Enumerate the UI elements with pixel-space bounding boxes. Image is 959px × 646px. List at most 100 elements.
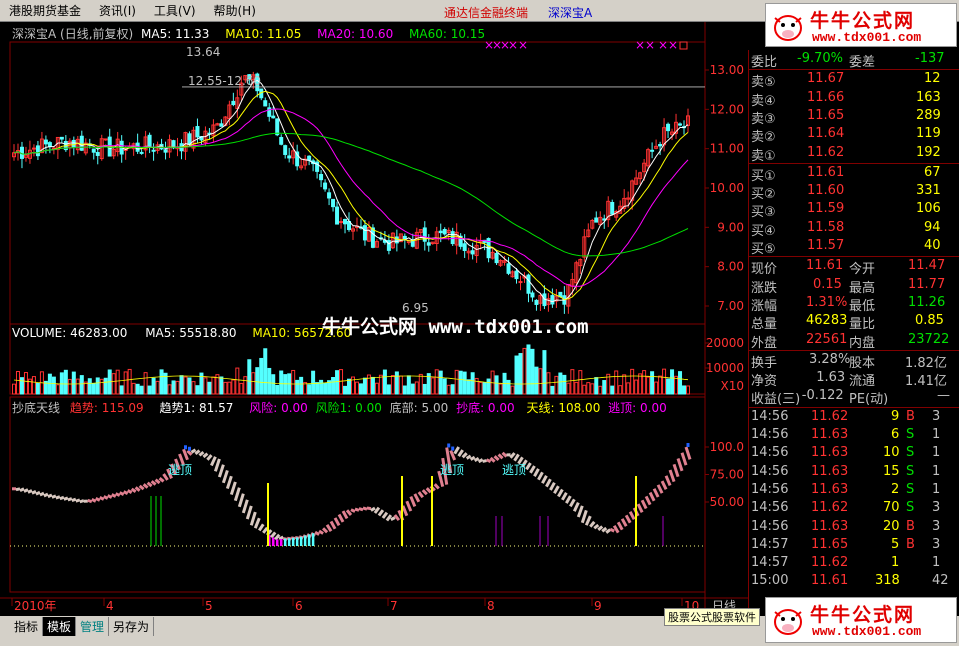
indicator-stroke bbox=[597, 525, 604, 531]
stat-value2: 0.85 bbox=[915, 313, 944, 329]
stat-label: 现价 bbox=[751, 262, 778, 278]
indicator-stroke bbox=[390, 516, 396, 521]
volume-bar bbox=[602, 380, 607, 395]
tab-manage[interactable]: 管理 bbox=[76, 617, 110, 636]
extra-label: 收益(三) bbox=[751, 392, 801, 408]
promo-label[interactable]: 股票公式股票软件 bbox=[664, 608, 760, 626]
volume-bar bbox=[219, 376, 224, 395]
indicator-stroke bbox=[469, 455, 476, 461]
bid-price: 11.57 bbox=[807, 238, 845, 253]
indicator-stroke bbox=[278, 535, 284, 541]
tick-bs: S bbox=[906, 481, 915, 497]
candle-body bbox=[327, 192, 332, 199]
indicator-stroke bbox=[684, 446, 692, 460]
menu-item-tools[interactable]: 工具(V) bbox=[145, 2, 205, 19]
candle-body bbox=[59, 136, 64, 140]
volume-bar bbox=[530, 348, 535, 395]
indicator-stroke bbox=[405, 500, 413, 512]
indicator-stroke bbox=[557, 488, 564, 498]
tick-row: 14:56 11.62 70 S 3 bbox=[749, 499, 959, 517]
tick-time: 14:56 bbox=[751, 445, 789, 461]
menu-item-info[interactable]: 资讯(I) bbox=[90, 2, 145, 19]
tick-row: 14:57 11.62 1 1 bbox=[749, 554, 959, 572]
volume-bar bbox=[211, 376, 216, 395]
tick-vol: 6 bbox=[891, 427, 900, 442]
ask-vol: 163 bbox=[916, 89, 941, 105]
volume-bar bbox=[582, 384, 587, 395]
volume-bar bbox=[654, 381, 659, 395]
indicator-stroke bbox=[652, 488, 660, 498]
tick-bs: B bbox=[906, 408, 915, 424]
volume-bar bbox=[347, 378, 352, 395]
volume-bar bbox=[534, 366, 539, 395]
volume-bar bbox=[410, 383, 415, 395]
indicator-stroke bbox=[249, 511, 257, 526]
volume-bar bbox=[15, 371, 20, 395]
volume-bar bbox=[159, 369, 164, 395]
logo-url-bottom: www.tdx001.com bbox=[812, 624, 922, 639]
indicator-stroke bbox=[569, 498, 576, 508]
stat-label2: 内盘 bbox=[849, 335, 876, 351]
menu-item-hk[interactable]: 港股期货基金 bbox=[0, 2, 90, 19]
volume-value: VOLUME: 46283.00 bbox=[12, 326, 128, 340]
extra-value: 1.63 bbox=[816, 370, 846, 386]
indicator-stroke bbox=[245, 505, 253, 520]
indicator-stroke bbox=[509, 452, 516, 459]
tick-bs: S bbox=[906, 500, 915, 516]
volume-bar bbox=[75, 378, 80, 395]
indicator-stroke bbox=[31, 490, 37, 495]
volume-bar bbox=[55, 384, 60, 395]
logo-title-bottom: 牛牛公式网 bbox=[810, 604, 916, 626]
volume-bar bbox=[434, 369, 439, 395]
candle-body bbox=[195, 126, 200, 138]
volume-bar bbox=[187, 377, 192, 395]
volume-bar bbox=[171, 380, 176, 395]
volume-bar bbox=[203, 377, 208, 395]
bid-price: 11.58 bbox=[807, 219, 845, 235]
volume-bar bbox=[390, 375, 395, 395]
indicator-stroke bbox=[217, 464, 225, 478]
bid-row: 买⑤ 11.57 40 bbox=[749, 237, 959, 257]
tab-save-as[interactable]: 另存为 bbox=[109, 617, 155, 636]
tab-indicator[interactable]: 指标 bbox=[10, 617, 44, 636]
indicator-stroke bbox=[202, 452, 209, 459]
tick-bs: S bbox=[906, 445, 915, 461]
candle-body bbox=[450, 231, 455, 245]
stat-label: 涨跌 bbox=[751, 280, 778, 296]
candle-body bbox=[187, 133, 192, 146]
ask-row: 卖④ 11.66 163 bbox=[749, 89, 959, 109]
bid-price: 11.60 bbox=[807, 183, 845, 199]
volume-bar bbox=[506, 379, 511, 395]
candle-body bbox=[95, 152, 100, 156]
indicator-stroke bbox=[158, 477, 165, 483]
extra-value: -0.122 bbox=[801, 388, 844, 404]
volume-bar bbox=[191, 381, 196, 395]
volume-bar bbox=[562, 374, 567, 395]
cow-logo-icon bbox=[774, 609, 802, 635]
candle-body bbox=[335, 206, 340, 225]
tab-template[interactable]: 模板 bbox=[43, 617, 77, 636]
volume-bar bbox=[398, 375, 403, 395]
volume-bar bbox=[626, 382, 631, 395]
tick-price: 11.62 bbox=[811, 500, 849, 516]
indicator-stroke bbox=[221, 469, 229, 484]
candle-body bbox=[151, 149, 156, 152]
stat-value: 46283 bbox=[806, 313, 848, 329]
volume-bar bbox=[183, 376, 188, 395]
volume-bar bbox=[406, 375, 411, 395]
indicator-stroke bbox=[35, 490, 41, 496]
tick-count: 1 bbox=[932, 481, 941, 497]
ask-price: 11.62 bbox=[807, 144, 845, 160]
indicator-stroke bbox=[605, 528, 612, 534]
volume-bar bbox=[574, 381, 579, 395]
stat-row: 涨跌 0.15 最高 11.77 bbox=[749, 276, 959, 296]
volume-bar bbox=[442, 378, 447, 395]
high-annotation: 13.64 bbox=[186, 45, 220, 59]
bid-row: 买③ 11.59 106 bbox=[749, 200, 959, 220]
candle-body bbox=[263, 100, 268, 107]
candle-body bbox=[550, 295, 555, 305]
menu-item-help[interactable]: 帮助(H) bbox=[205, 2, 265, 19]
volume-bar bbox=[462, 371, 467, 395]
price-axis-label: 9.00 bbox=[717, 220, 744, 234]
indicator-stroke bbox=[354, 507, 360, 512]
